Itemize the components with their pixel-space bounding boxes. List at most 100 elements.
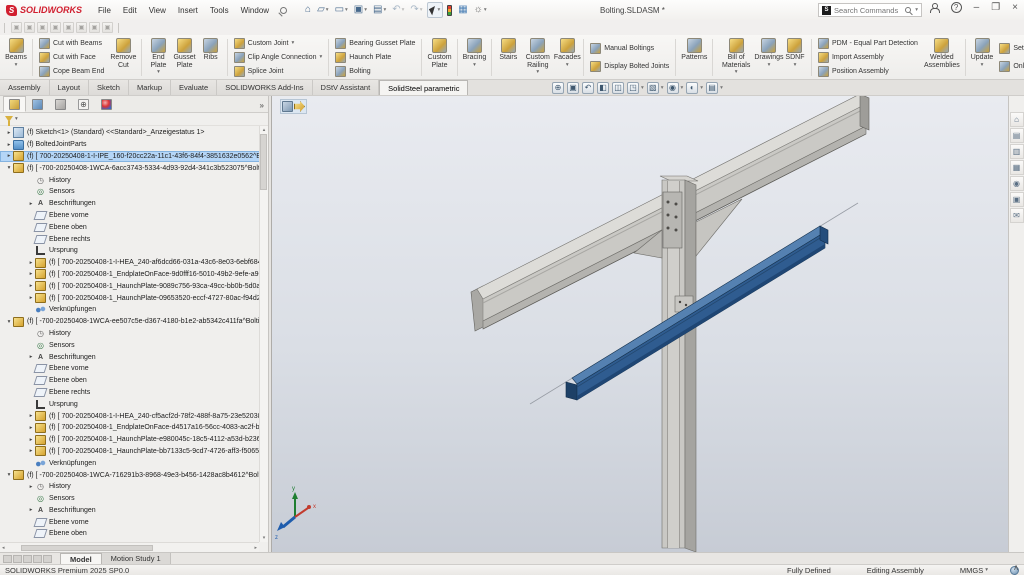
sheet-nav-button[interactable]: [33, 555, 42, 563]
panel-tab-displaymanager[interactable]: [95, 96, 118, 112]
tree-item[interactable]: ▾(f) [ -700-20250408-1WCA-716291b3-8968-…: [0, 469, 268, 481]
tree-item[interactable]: ▸(f) BoltedJointParts: [0, 139, 268, 151]
tab-solidsteel-parametric[interactable]: SolidSteel parametric: [379, 80, 468, 95]
custom-railing-button[interactable]: Custom Railing▾: [521, 36, 554, 79]
sheet-nav-button[interactable]: [3, 555, 12, 563]
select-button[interactable]: ◤▾: [427, 2, 444, 18]
tree-item[interactable]: ▸(f) [ 700-20250408-1_HaunchPlate-bb7133…: [0, 446, 268, 458]
tree-item[interactable]: Ebene vorne: [0, 363, 268, 375]
tree-item[interactable]: ◎Sensors: [0, 339, 268, 351]
expand-arrow-icon[interactable]: ▸: [27, 354, 35, 360]
expand-arrow-icon[interactable]: ▸: [27, 201, 35, 207]
tree-item[interactable]: ◷History: [0, 328, 268, 340]
expand-arrow-icon[interactable]: ▾: [5, 319, 13, 325]
tree-item[interactable]: Ebene vorne: [0, 516, 268, 528]
tab-sketch[interactable]: Sketch: [89, 80, 129, 95]
tree-item[interactable]: ▸(f) [ 700-20250408-1_HaunchPlate-096535…: [0, 292, 268, 304]
view-orientation-button[interactable]: ◳▾: [627, 82, 644, 94]
expand-arrow-icon[interactable]: ▸: [27, 260, 35, 266]
end-plate-button[interactable]: End Plate▾: [145, 36, 171, 79]
apply-scene-button[interactable]: ◐▾: [686, 82, 703, 94]
tree-item[interactable]: Ebene oben: [0, 528, 268, 540]
position-assembly-button[interactable]: Position Assembly: [815, 65, 921, 78]
redo-button[interactable]: ↷▾: [408, 2, 424, 18]
tree-item[interactable]: Ebene oben: [0, 375, 268, 387]
tree-item[interactable]: ▸(f) [ 700-20250408-1_HaunchPlate-9089c7…: [0, 280, 268, 292]
search-icon[interactable]: [905, 7, 911, 13]
expand-arrow-icon[interactable]: ▸: [5, 130, 13, 136]
splice-joint-button[interactable]: Splice Joint: [231, 65, 326, 78]
units-caret-icon[interactable]: ▾: [985, 567, 988, 573]
zoom-to-fit-button[interactable]: ⊕: [552, 82, 564, 94]
sheet-nav-button[interactable]: [43, 555, 52, 563]
expand-arrow-icon[interactable]: ▸: [27, 437, 35, 443]
cut-with-beams-button[interactable]: Cut with Beams: [36, 37, 107, 50]
breadcrumb-assembly-icon[interactable]: [282, 101, 293, 112]
bill-of-materials-button[interactable]: Bill of Materials▾: [716, 36, 756, 79]
ribs-button[interactable]: Ribs: [198, 36, 224, 79]
welded-assemblies-button[interactable]: Welded Assemblies: [922, 36, 962, 79]
custom-plate-button[interactable]: Custom Plate: [425, 36, 453, 79]
bolting-button[interactable]: Bolting: [332, 65, 418, 78]
online-help-button[interactable]: Online Help: [996, 60, 1024, 73]
remove-cut-button[interactable]: Remove Cut: [108, 36, 138, 79]
expand-arrow-icon[interactable]: ▸: [27, 283, 35, 289]
menu-edit[interactable]: Edit: [117, 4, 143, 17]
tab-layout[interactable]: Layout: [50, 80, 90, 95]
tab-dstv-assistant[interactable]: DStV Assistant: [313, 80, 380, 95]
expand-arrow-icon[interactable]: ▸: [5, 142, 13, 148]
expand-arrow-icon[interactable]: ▸: [27, 448, 35, 454]
facades-button[interactable]: Facades▾: [554, 36, 580, 79]
appearances-scenes-icon[interactable]: ◉: [1010, 176, 1024, 191]
bearing-gusset-plate-button[interactable]: Bearing Gusset Plate: [332, 37, 418, 50]
undo-button[interactable]: ↶▾: [390, 2, 406, 18]
3d-view[interactable]: y x z: [272, 96, 1008, 552]
tree-item[interactable]: Ebene rechts: [0, 387, 268, 399]
file-explorer-icon[interactable]: ▥: [1010, 144, 1024, 159]
ribbon-collapse-icon[interactable]: ∧: [1013, 563, 1019, 572]
design-library-icon[interactable]: ▤: [1010, 128, 1024, 143]
tab-markup[interactable]: Markup: [129, 80, 171, 95]
small-toolbar-tool-8-icon[interactable]: ▣: [102, 22, 113, 33]
zoom-to-area-button[interactable]: ▣: [567, 82, 579, 94]
sheet-nav-button[interactable]: [23, 555, 32, 563]
cope-beam-end-button[interactable]: Cope Beam End: [36, 65, 107, 78]
status-mmgs[interactable]: MMGS▾: [960, 566, 988, 575]
login-icon[interactable]: [929, 3, 939, 13]
search-commands-box[interactable]: S ▾: [818, 3, 922, 17]
tab-assembly[interactable]: Assembly: [0, 80, 50, 95]
panel-expand-icon[interactable]: »: [260, 101, 268, 112]
display-style-button[interactable]: ▧▾: [647, 82, 664, 94]
expand-arrow-icon[interactable]: ▸: [27, 425, 35, 431]
tree-item[interactable]: Ebene vorne: [0, 210, 268, 222]
tree-vscroll-thumb[interactable]: [260, 134, 267, 190]
panel-splitter[interactable]: [268, 96, 272, 552]
breadcrumb-part-icon[interactable]: [294, 101, 305, 112]
save-button[interactable]: ▣▾: [352, 2, 369, 18]
tree-horizontal-scrollbar[interactable]: ◂▸: [0, 542, 259, 552]
settings-button[interactable]: Settings: [996, 42, 1024, 55]
sheet-nav-button[interactable]: [13, 555, 22, 563]
tab-evaluate[interactable]: Evaluate: [171, 80, 217, 95]
file-properties-button[interactable]: ▦: [456, 2, 469, 18]
update-button[interactable]: Update▾: [969, 36, 996, 79]
filter-icon[interactable]: [5, 116, 13, 122]
import-assembly-button[interactable]: Import Assembly: [815, 51, 921, 64]
tree-item[interactable]: ▸◷History: [0, 481, 268, 493]
expand-arrow-icon[interactable]: ▸: [27, 507, 35, 513]
tree-item[interactable]: Ursprung: [0, 398, 268, 410]
menu-window[interactable]: Window: [235, 4, 275, 17]
clip-angle-connection-button[interactable]: Clip Angle Connection▾: [231, 51, 326, 64]
patterns-button[interactable]: Patterns: [679, 36, 709, 79]
minimize-button[interactable]: –: [974, 3, 980, 13]
menu-file[interactable]: File: [92, 4, 117, 17]
small-toolbar-tool-1-icon[interactable]: ▣: [11, 22, 22, 33]
small-toolbar-tool-7-icon[interactable]: ▣: [89, 22, 100, 33]
tree-item[interactable]: ▸(f) [ 700-20250408-1_HaunchPlate-e98004…: [0, 434, 268, 446]
section-view-button[interactable]: ◧: [597, 82, 609, 94]
open-document-button[interactable]: ▭▾: [333, 2, 350, 18]
menu-tools[interactable]: Tools: [204, 4, 235, 17]
tree-item[interactable]: ▸(f) [ 700-20250408-1-I-HEA_240-cf5acf2d…: [0, 410, 268, 422]
small-toolbar-tool-5-icon[interactable]: ▣: [63, 22, 74, 33]
tree-item[interactable]: ▸(f) [ 700-20250408-1_EndplateOnFace-9d0…: [0, 269, 268, 281]
